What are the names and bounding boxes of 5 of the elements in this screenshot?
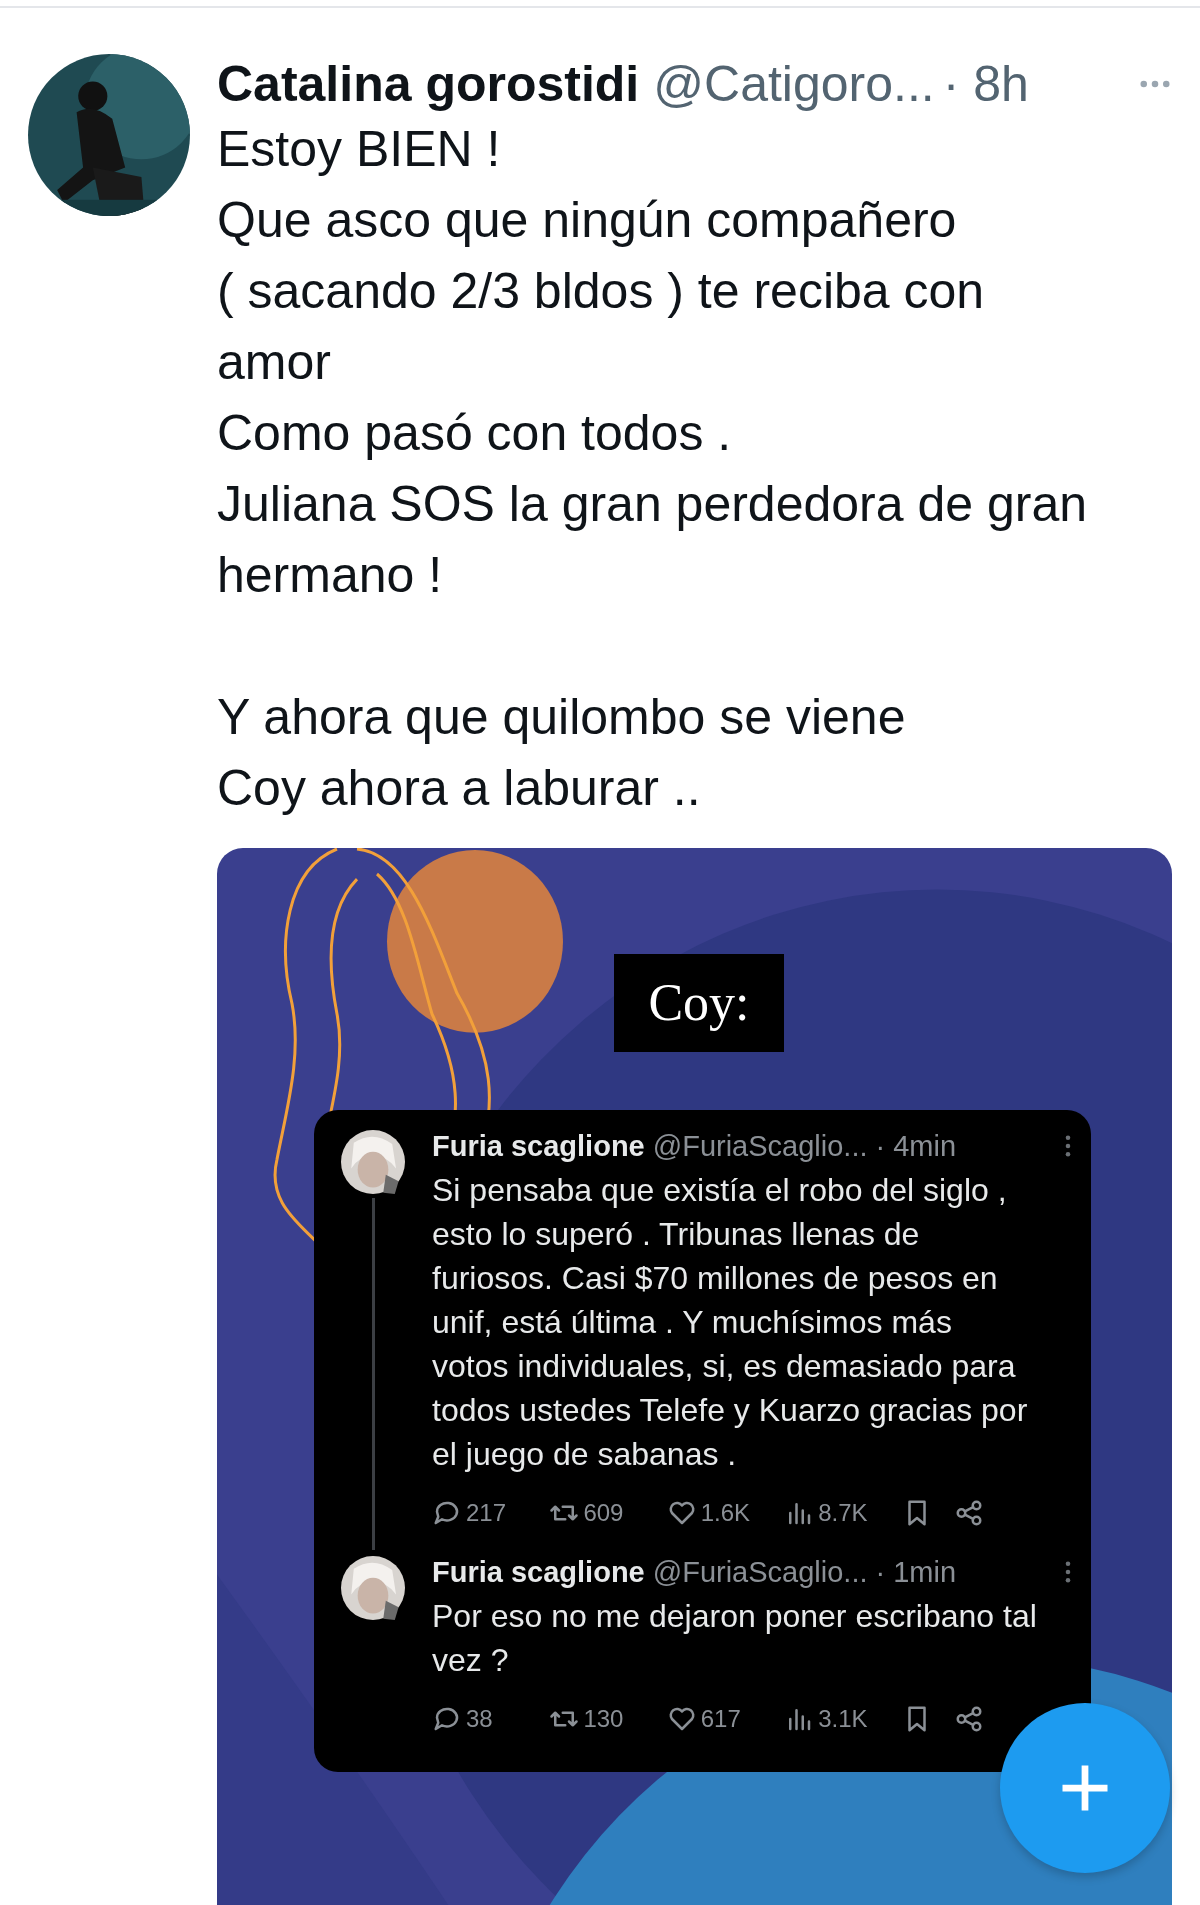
post-time: · 8h <box>942 55 1029 113</box>
author-name: Catalina gorostidi <box>217 55 640 113</box>
author-handle: @Catigoro... <box>653 55 935 113</box>
tweet-text: Y ahora que quilombo se viene Coy ahora a laburar .. <box>217 688 907 818</box>
tweet-text: Estoy BIEN ! Que asco que ningún compañero ( sacando 2/3 bldos ) te reciba con amor Como pasó con todos . Juliana SOS la gran perdedora de gran hermano ! <box>217 120 1089 605</box>
